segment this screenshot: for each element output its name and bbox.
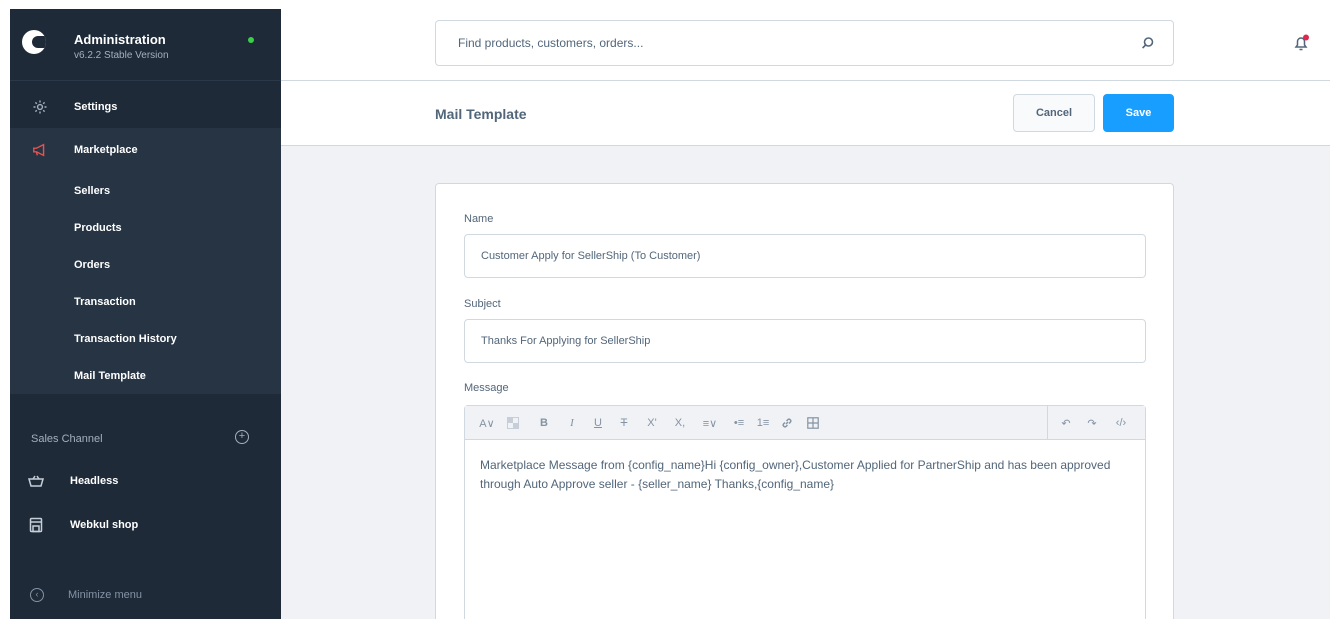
underline-icon[interactable]: U [591,415,605,431]
mail-template-card: Name Customer Apply for SellerShip (To C… [435,183,1174,619]
message-editor: A∨ B I U T X' X, ≡∨ •≡ 1≡ ↶ ↷ ‹/› Market… [464,405,1146,619]
link-icon[interactable] [779,415,795,431]
sidebar-header: Administration v6.2.2 Stable Version [10,9,281,81]
submenu-item-sellers[interactable]: Sellers [74,185,110,197]
submenu-item-products[interactable]: Products [74,222,122,234]
code-view-icon[interactable]: ‹/› [1113,415,1129,431]
redo-icon[interactable]: ↷ [1085,415,1099,431]
gear-icon [32,99,48,115]
color-picker-icon[interactable] [505,415,521,431]
content-area: Name Customer Apply for SellerShip (To C… [281,146,1330,619]
global-search [435,20,1174,66]
unordered-list-icon[interactable]: •≡ [731,415,747,431]
megaphone-icon [32,142,48,158]
top-bar [281,9,1330,81]
bold-icon[interactable]: B [537,415,551,431]
subject-field[interactable]: Thanks For Applying for SellerShip [464,319,1146,363]
sidebar-item-headless[interactable]: Headless [10,459,281,503]
search-input[interactable] [436,21,1173,65]
smart-bar: Mail Template Cancel Save [281,81,1330,146]
submenu-item-mail-template[interactable]: Mail Template [74,370,146,382]
minimize-menu-label: Minimize menu [68,589,142,601]
subject-label: Subject [464,298,501,310]
sidebar-item-settings[interactable]: Settings [10,85,281,129]
notification-bell-icon[interactable] [1292,34,1310,52]
sidebar-item-webkul-shop[interactable]: Webkul shop [10,503,281,547]
marketplace-submenu: Sellers Products Orders Transaction Tran… [10,172,281,394]
add-sales-channel-icon[interactable]: + [235,430,249,444]
top-strip [0,0,1330,9]
submenu-item-transaction[interactable]: Transaction [74,296,136,308]
shopware-logo-icon[interactable] [22,30,46,54]
undo-icon[interactable]: ↶ [1059,415,1073,431]
minimize-menu-button[interactable]: ‹ Minimize menu [10,571,281,619]
text-style-icon[interactable]: A∨ [477,415,497,431]
cancel-button[interactable]: Cancel [1013,94,1095,132]
app-version: v6.2.2 Stable Version [74,50,169,61]
sidebar-item-label: Marketplace [74,144,138,156]
app-title: Administration [74,32,166,47]
sidebar-item-label: Webkul shop [70,519,139,531]
superscript-icon[interactable]: X' [643,415,661,431]
save-button[interactable]: Save [1103,94,1174,132]
sidebar-item-label: Headless [70,475,119,487]
subscript-icon[interactable]: X, [671,415,689,431]
submenu-item-transaction-history[interactable]: Transaction History [74,333,177,345]
align-icon[interactable]: ≡∨ [699,415,721,431]
chevron-left-icon: ‹ [30,588,44,602]
search-icon[interactable] [1141,36,1155,50]
editor-toolbar: A∨ B I U T X' X, ≡∨ •≡ 1≡ ↶ ↷ ‹/› [465,406,1145,440]
admin-sidebar: Administration v6.2.2 Stable Version Set… [10,9,281,619]
sidebar-item-marketplace[interactable]: Marketplace [10,128,281,172]
page-title: Mail Template [435,106,527,122]
ordered-list-icon[interactable]: 1≡ [755,415,771,431]
table-icon[interactable] [805,415,821,431]
toolbar-separator [1047,406,1048,440]
name-label: Name [464,213,494,225]
name-field[interactable]: Customer Apply for SellerShip (To Custom… [464,234,1146,278]
storefront-icon [28,517,44,533]
online-status-dot [248,37,254,43]
message-body[interactable]: Marketplace Message from {config_name}Hi… [480,456,1130,494]
basket-icon [28,473,44,489]
italic-icon[interactable]: I [565,415,579,431]
strikethrough-icon[interactable]: T [617,415,631,431]
sales-channel-title: Sales Channel [31,433,103,445]
message-label: Message [464,382,509,394]
app-root: Administration v6.2.2 Stable Version Set… [0,0,1330,619]
sidebar-item-label: Settings [74,101,118,113]
submenu-item-orders[interactable]: Orders [74,259,110,271]
